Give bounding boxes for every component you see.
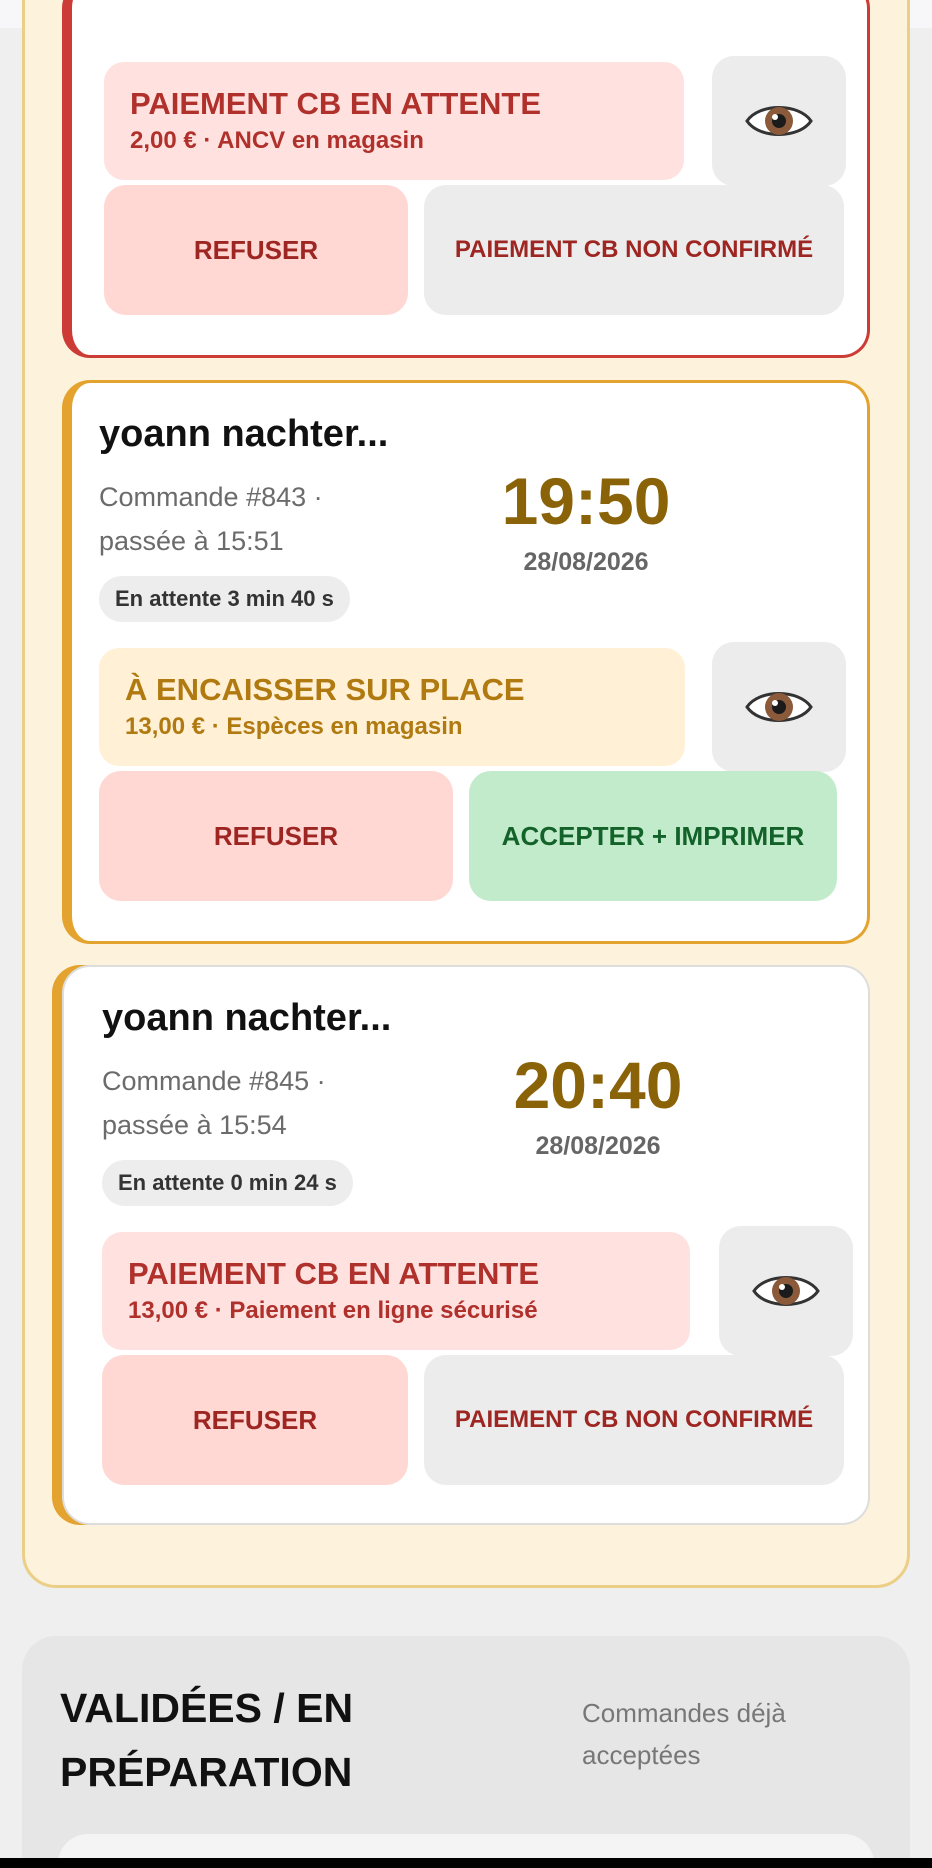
section-subtitle-line1: Commandes déjà: [582, 1698, 786, 1728]
order-info: Commande #845 · passée à 15:54: [102, 1059, 402, 1147]
pickup-date: 28/08/2026: [535, 1132, 661, 1160]
customer-name: yoann nachter...: [99, 413, 389, 455]
order-placed-time: passée à 15:54: [102, 1110, 287, 1140]
payment-status-box: PAIEMENT CB EN ATTENTE 2,00 € · ANCV en …: [104, 62, 684, 180]
order-card: yoann nachter... Commande #843 · passée …: [62, 380, 870, 944]
wait-time-badge: En attente 0 min 24 s: [102, 1160, 353, 1206]
section-title-line1: VALIDÉES / EN: [60, 1685, 354, 1731]
pickup-time: 19:50: [501, 464, 671, 538]
pickup-date: 28/08/2026: [523, 548, 649, 576]
section-subtitle-line2: acceptées: [582, 1740, 701, 1770]
refuse-button[interactable]: REFUSER: [99, 771, 453, 901]
validated-orders-panel: VALIDÉES / EN PRÉPARATION Commandes déjà…: [22, 1636, 910, 1868]
customer-name: yoann nachter...: [102, 997, 392, 1039]
wait-time-badge: En attente 3 min 40 s: [99, 576, 350, 622]
payment-status-box: À ENCAISSER SUR PLACE 13,00 € · Espèces …: [99, 648, 685, 766]
view-order-button[interactable]: [719, 1226, 853, 1356]
navigation-bar: [0, 1858, 932, 1868]
eye-icon: [745, 685, 813, 729]
section-title-line2: PRÉPARATION: [60, 1749, 353, 1795]
order-placed-time: passée à 15:51: [99, 526, 284, 556]
refuse-button[interactable]: REFUSER: [104, 185, 408, 315]
order-info: Commande #843 · passée à 15:51: [99, 475, 399, 563]
view-order-button[interactable]: [712, 642, 846, 772]
view-order-button[interactable]: [712, 56, 846, 186]
eye-icon: [752, 1269, 820, 1313]
payment-status-subtitle: 13,00 € · Paiement en ligne sécurisé: [128, 1297, 538, 1324]
order-number: Commande #845 ·: [102, 1066, 326, 1096]
payment-status-box: PAIEMENT CB EN ATTENTE 13,00 € · Paiemen…: [102, 1232, 690, 1350]
payment-status-title: PAIEMENT CB EN ATTENTE: [128, 1256, 540, 1291]
payment-status-subtitle: 13,00 € · Espèces en magasin: [125, 713, 463, 740]
order-number: Commande #843 ·: [99, 482, 323, 512]
payment-not-confirmed-button[interactable]: PAIEMENT CB NON CONFIRMÉ: [424, 1355, 844, 1485]
section-subtitle: Commandes déjà acceptées: [582, 1692, 822, 1776]
order-card: PAIEMENT CB EN ATTENTE 2,00 € · ANCV en …: [62, 0, 870, 358]
section-title: VALIDÉES / EN PRÉPARATION: [60, 1676, 420, 1804]
eye-icon: [745, 99, 813, 143]
payment-status-title: À ENCAISSER SUR PLACE: [125, 672, 525, 707]
order-card: yoann nachter... Commande #845 · passée …: [62, 965, 870, 1525]
refuse-button[interactable]: REFUSER: [102, 1355, 408, 1485]
accept-print-button[interactable]: ACCEPTER + IMPRIMER: [469, 771, 837, 901]
payment-status-title: PAIEMENT CB EN ATTENTE: [130, 86, 542, 121]
payment-not-confirmed-button[interactable]: PAIEMENT CB NON CONFIRMÉ: [424, 185, 844, 315]
pickup-time: 20:40: [513, 1048, 683, 1122]
payment-status-subtitle: 2,00 € · ANCV en magasin: [130, 127, 424, 154]
